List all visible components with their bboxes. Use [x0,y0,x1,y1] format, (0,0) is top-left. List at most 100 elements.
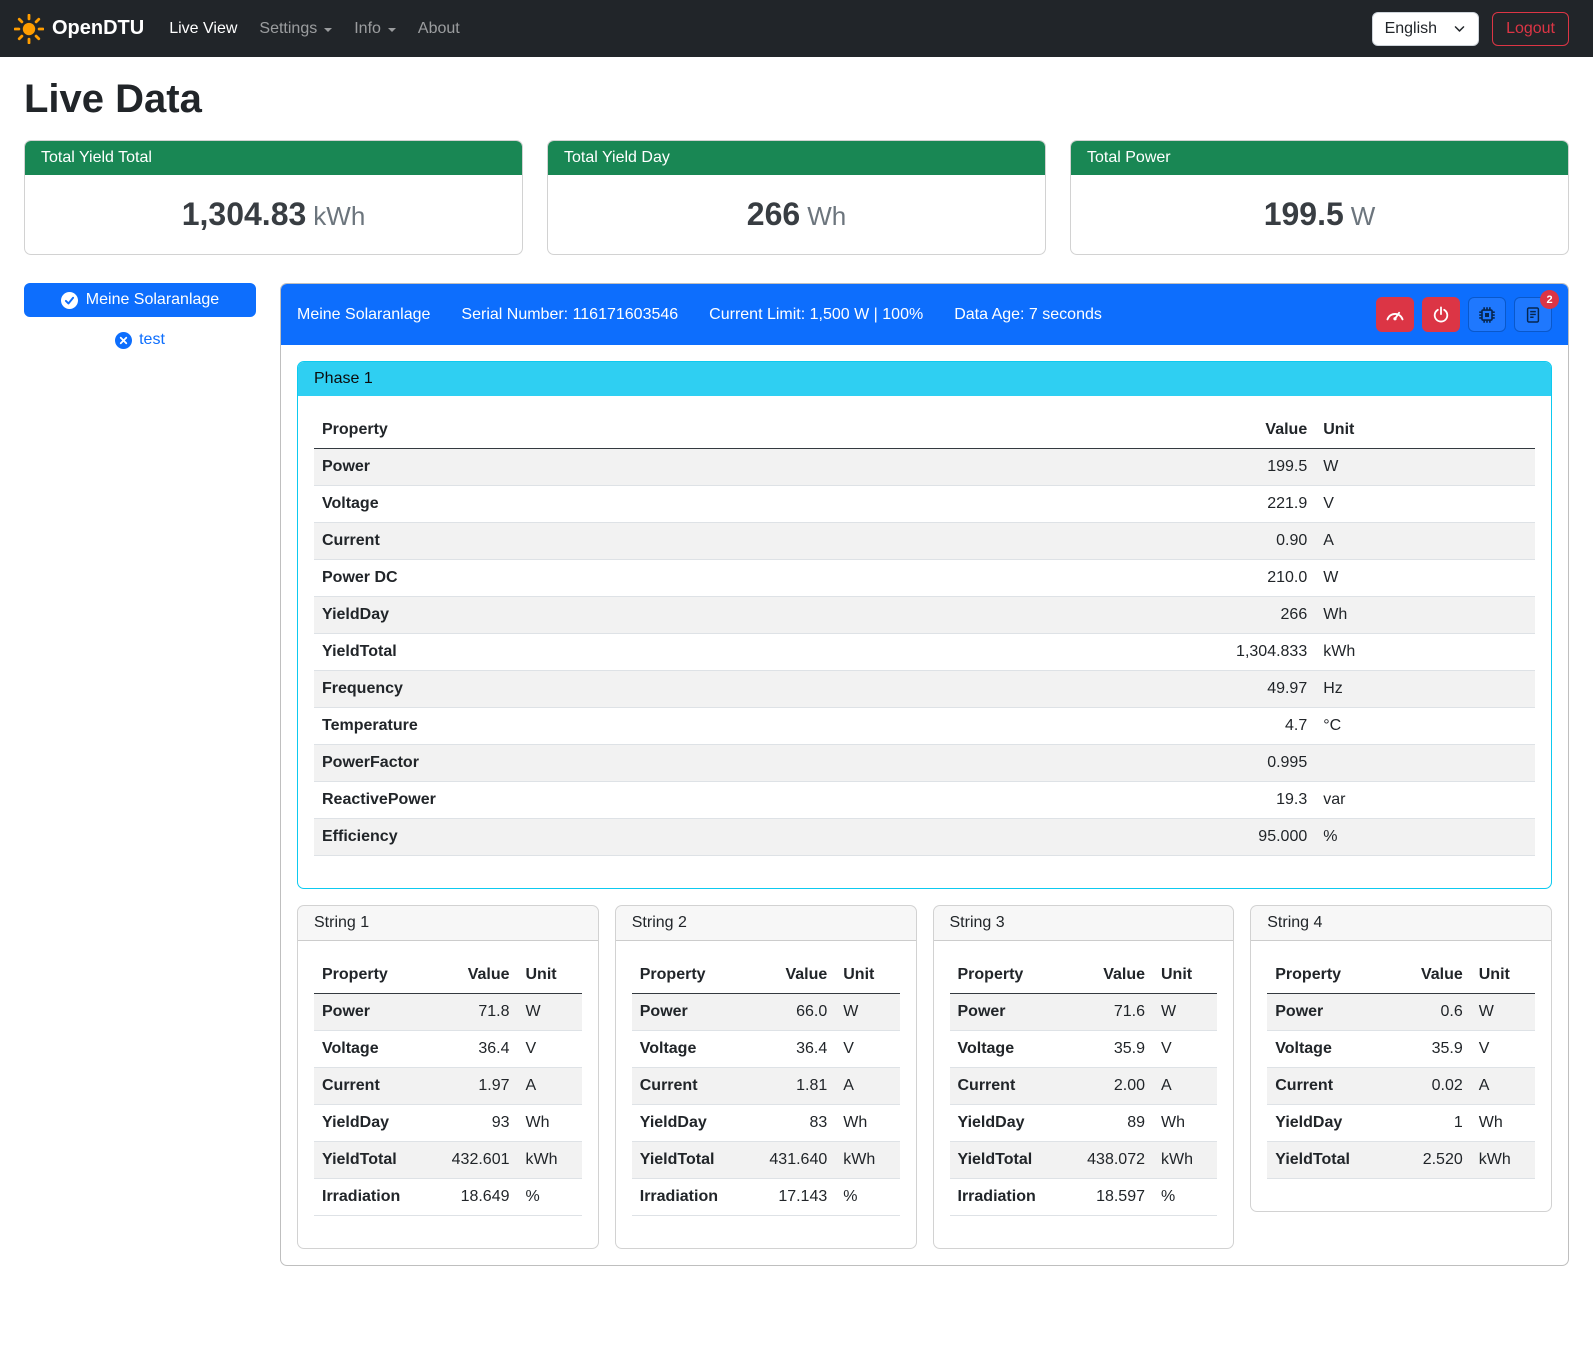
inverter-select-button[interactable]: Meine Solaranlage [24,283,256,317]
logout-button[interactable]: Logout [1492,12,1569,46]
inverter-list: Meine Solaranlage test [24,283,256,1266]
phase-card: Phase 1 Property Value Unit Power199.5WV… [297,361,1552,889]
property-cell: PowerFactor [314,745,913,782]
limit-settings-button[interactable] [1376,297,1414,332]
column-header-property: Property [314,412,913,449]
table-row: Power0.6W [1267,994,1535,1031]
property-cell: Voltage [314,486,913,523]
nav-links: Live View Settings Info About [158,12,471,46]
value-cell: 2.520 [1392,1142,1471,1179]
property-cell: Current [632,1068,746,1105]
column-header-property: Property [950,957,1064,994]
data-age: Data Age: 7 seconds [954,306,1102,324]
nav-item-live-view[interactable]: Live View [158,12,248,46]
summary-unit: kWh [313,201,365,231]
chevron-down-icon [1453,22,1466,35]
page-title: Live Data [24,77,1569,122]
unit-cell: V [1315,486,1535,523]
string-card-body: Property Value Unit Power71.6WVoltage35.… [934,941,1234,1248]
brand-link[interactable]: OpenDTU [14,14,144,44]
table-row: Voltage36.4V [632,1031,900,1068]
power-icon [1432,306,1450,324]
table-row: YieldTotal2.520kWh [1267,1142,1535,1179]
value-cell: 17.143 [746,1179,835,1216]
unit-cell: Hz [1315,671,1535,708]
table-header-row: Property Value Unit [950,957,1218,994]
value-cell: 0.02 [1392,1068,1471,1105]
value-cell: 1.97 [428,1068,517,1105]
inverter-item-test[interactable]: test [24,331,256,349]
table-row: Power199.5W [314,449,1535,486]
string-card-title: String 1 [298,906,598,941]
property-cell: YieldDay [632,1105,746,1142]
table-row: Current1.81A [632,1068,900,1105]
summary-card-total-power: Total Power 199.5W [1070,140,1569,255]
table-header-row: Property Value Unit [314,957,582,994]
value-cell: 35.9 [1392,1031,1471,1068]
unit-cell: A [1315,523,1535,560]
nav-item-info[interactable]: Info [343,12,407,46]
unit-cell: Wh [1153,1105,1217,1142]
summary-card-body: 266Wh [548,175,1045,254]
gauge-icon [1385,305,1405,325]
property-cell: Current [314,523,913,560]
value-cell: 1,304.833 [913,634,1315,671]
property-cell: Voltage [950,1031,1064,1068]
property-cell: ReactivePower [314,782,913,819]
value-cell: 83 [746,1105,835,1142]
value-cell: 432.601 [428,1142,517,1179]
property-cell: Power [632,994,746,1031]
table-row: PowerFactor0.995 [314,745,1535,782]
unit-cell: A [1153,1068,1217,1105]
event-log-button[interactable]: 2 [1514,297,1552,332]
nav-item-settings[interactable]: Settings [248,12,343,46]
table-header-row: Property Value Unit [632,957,900,994]
language-select[interactable]: English [1372,12,1479,46]
property-cell: Power [1267,994,1391,1031]
nav-item-label: Settings [259,20,317,38]
device-info-button[interactable] [1468,297,1506,332]
property-cell: Power [314,994,428,1031]
table-row: ReactivePower19.3var [314,782,1535,819]
event-count-badge: 2 [1540,290,1559,309]
table-row: Irradiation18.649% [314,1179,582,1216]
value-cell: 18.597 [1064,1179,1153,1216]
unit-cell: W [518,994,582,1031]
property-cell: Current [314,1068,428,1105]
table-row: Voltage35.9V [950,1031,1218,1068]
value-cell: 199.5 [913,449,1315,486]
power-button[interactable] [1422,297,1460,332]
cpu-icon [1477,305,1497,325]
table-row: YieldTotal438.072kWh [950,1142,1218,1179]
nav-item-label: About [418,20,460,38]
journal-icon [1524,306,1542,324]
property-cell: Temperature [314,708,913,745]
main-content: Live Data Total Yield Total 1,304.83kWh … [0,77,1593,1290]
value-cell: 1 [1392,1105,1471,1142]
summary-card-body: 199.5W [1071,175,1568,254]
string-card-body: Property Value Unit Power66.0WVoltage36.… [616,941,916,1248]
phase-title: Phase 1 [298,362,1551,396]
string-card-3: String 3 Property Value Unit [933,905,1235,1249]
table-row: Voltage35.9V [1267,1031,1535,1068]
table-row: YieldDay83Wh [632,1105,900,1142]
property-cell: YieldTotal [314,634,913,671]
inverter-name: test [139,331,165,349]
property-cell: YieldDay [314,1105,428,1142]
column-header-unit: Unit [1153,957,1217,994]
value-cell: 1.81 [746,1068,835,1105]
nav-item-about[interactable]: About [407,12,471,46]
string-table: Property Value Unit Power0.6WVoltage35.9… [1267,957,1535,1179]
value-cell: 210.0 [913,560,1315,597]
value-cell: 49.97 [913,671,1315,708]
unit-cell [1315,745,1535,782]
value-cell: 36.4 [746,1031,835,1068]
value-cell: 0.90 [913,523,1315,560]
table-row: Power71.6W [950,994,1218,1031]
content-row: Meine Solaranlage test Meine Solaranlage… [24,283,1569,1266]
unit-cell: Wh [835,1105,899,1142]
unit-cell: A [835,1068,899,1105]
table-row: Power66.0W [632,994,900,1031]
serial-number: Serial Number: 116171603546 [461,306,678,324]
value-cell: 438.072 [1064,1142,1153,1179]
